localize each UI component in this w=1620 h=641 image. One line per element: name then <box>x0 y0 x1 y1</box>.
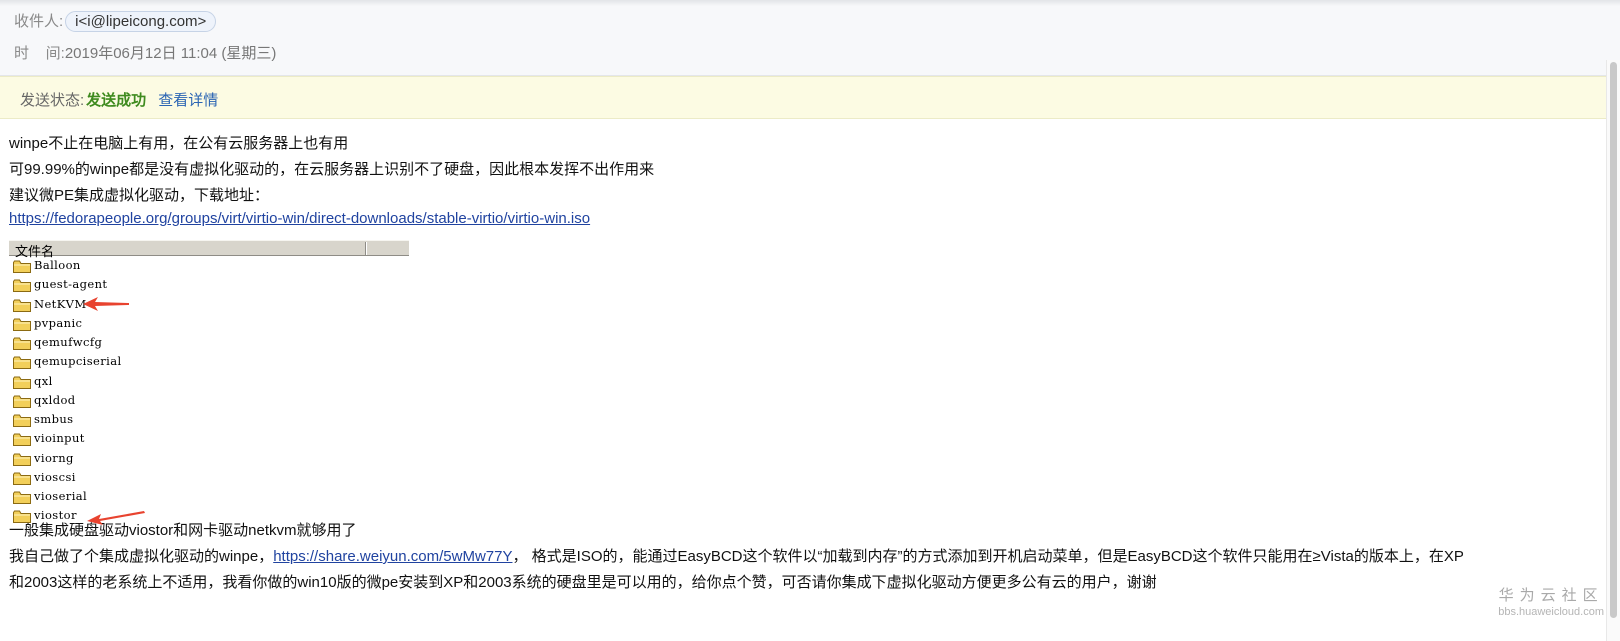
folder-icon <box>13 260 31 273</box>
column-separator <box>365 242 367 255</box>
folder-name: qxl <box>34 373 53 388</box>
arrow-icon <box>87 511 145 525</box>
file-column-header: 文件名 <box>9 240 409 260</box>
folder-name: qemupciserial <box>34 354 122 369</box>
message-line-1: winpe不止在电脑上有用，在公有云服务器上也有用 <box>9 135 349 152</box>
folder-name: vioinput <box>34 431 85 446</box>
folder-name: viostor <box>34 508 77 523</box>
download-link[interactable]: https://fedorapeople.org/groups/virt/vir… <box>9 210 590 227</box>
folder-name: smbus <box>34 412 74 426</box>
folder-name: vioscsi <box>34 469 76 484</box>
mail-header: 收件人: i<i@lipeicong.com> 时 间:2019年06月12日 1… <box>0 0 1620 76</box>
folder-name: pvpanic <box>34 315 83 330</box>
view-details-link[interactable]: 查看详情 <box>158 92 218 109</box>
recipient-row: 收件人: i<i@lipeicong.com> <box>14 10 217 32</box>
folder-icon <box>13 395 31 408</box>
message-line-5: 我自己做了个集成虚拟化驱动的winpe，https://share.weiyun… <box>9 545 1464 566</box>
folder-icon <box>13 299 31 312</box>
time-row: 时 间:2019年06月12日 11:04 (星期三) <box>14 42 276 63</box>
file-list-screenshot: 文件名 Balloon guest-agent NetKVM pvpanic qemuf… <box>9 240 409 532</box>
message-line-3: 建议微PE集成虚拟化驱动，下载地址： <box>9 187 270 204</box>
folder-name: viorng <box>34 450 74 465</box>
recipient-label: 收件人: <box>14 13 64 30</box>
folder-icon <box>13 356 31 370</box>
watermark-subtitle: bbs.huaweicloud.com <box>1498 606 1604 618</box>
share-link[interactable]: https://share.weiyun.com/5wMw77Y <box>273 548 512 565</box>
folder-icon <box>13 414 31 427</box>
folder-icon <box>13 376 31 389</box>
folder-icon <box>13 453 31 466</box>
folder-icon <box>13 318 31 331</box>
send-status-bar: 发送状态: 发送成功 查看详情 <box>0 76 1620 119</box>
arrow-icon <box>83 297 129 311</box>
folder-icon <box>13 279 31 293</box>
folder-name: vioserial <box>34 489 88 503</box>
watermark: 华为云社区 bbs.huaweicloud.com <box>1498 584 1604 618</box>
send-status-label: 发送状态: <box>20 92 85 109</box>
line-5-prefix: 我自己做了个集成虚拟化驱动的winpe， <box>9 548 274 565</box>
message-line-6: 和2003这样的老系统上不适用，我看你做的win10版的微pe安装到XP和200… <box>9 574 1157 591</box>
send-status-value: 发送成功 <box>86 92 147 109</box>
folder-icon <box>13 433 31 447</box>
header-shadow <box>0 0 1620 6</box>
time-label: 时 间: <box>14 45 65 62</box>
folder-name: qemufwcfg <box>34 335 103 349</box>
folder-icon <box>13 491 31 504</box>
folder-icon <box>13 510 31 524</box>
folder-name: guest-agent <box>34 277 108 292</box>
recipient-chip[interactable]: i<i@lipeicong.com> <box>65 11 217 32</box>
folder-name: NetKVM <box>34 296 87 311</box>
folder-icon <box>13 472 31 485</box>
vertical-scrollbar[interactable] <box>1606 60 1620 641</box>
message-line-2: 可99.99%的winpe都是没有虚拟化驱动的，在云服务器上识别不了硬盘，因此根… <box>9 161 655 178</box>
line-5-suffix: ， 格式是ISO的，能通过EasyBCD这个软件以“加载到内存”的方式添加到开机… <box>512 548 1464 565</box>
folder-name: Balloon <box>34 258 81 272</box>
folder-name: qxldod <box>34 392 76 407</box>
time-value: 2019年06月12日 11:04 (星期三) <box>64 45 277 62</box>
watermark-title: 华为云社区 <box>1498 587 1604 604</box>
folder-icon <box>13 337 31 350</box>
scrollbar-thumb[interactable] <box>1610 62 1617 618</box>
